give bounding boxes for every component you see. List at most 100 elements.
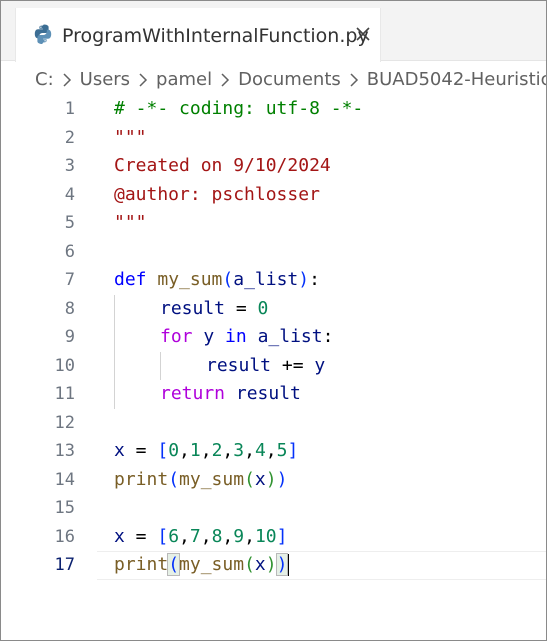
code-text: def my_sum(a_list): (114, 266, 320, 295)
line-number: 10 (54, 355, 75, 376)
code-line: 15 (1, 494, 546, 523)
line-number: 2 (64, 127, 75, 148)
line-number: 15 (54, 498, 75, 518)
line-number: 4 (64, 184, 75, 205)
line-number: 9 (64, 327, 75, 347)
code-line: 9 for y in a_list: (1, 323, 546, 352)
code-line: 16 x = [6,7,8,9,10] (1, 523, 546, 552)
tab-file[interactable]: ProgramWithInternalFunction.py (15, 8, 381, 62)
line-number: 13 (54, 441, 75, 461)
keyword-token: def (114, 269, 147, 290)
bracket-token: ( (168, 468, 180, 490)
bracket-token: [ (157, 525, 169, 547)
python-icon (34, 24, 52, 44)
number-token: 0 (257, 297, 269, 319)
close-icon[interactable] (351, 22, 375, 46)
bracket-token: ) (265, 468, 277, 490)
punct-token: : (322, 326, 334, 347)
bracket-token: ( (244, 554, 255, 575)
code-text: """ (114, 126, 147, 148)
code-text: print(my_sum(x)) (114, 466, 287, 495)
function-token: print (114, 554, 169, 575)
variable-token: a_list (233, 269, 299, 290)
variable-token: x (114, 440, 125, 461)
bracket-token: ) (298, 269, 310, 290)
variable-token: y (203, 326, 215, 347)
number-token: 10 (254, 525, 277, 547)
breadcrumb-item-documents[interactable]: Documents (238, 69, 341, 90)
number-token: 1 (189, 440, 201, 461)
number-token: 5 (276, 440, 288, 461)
line-number: 16 (54, 526, 75, 547)
line-number: 7 (64, 270, 75, 290)
variable-token: a_list (257, 326, 323, 347)
code-line-current[interactable]: 17 print(my_sum(x)) (1, 551, 546, 580)
variable-token: result (160, 297, 226, 319)
chevron-right-icon (130, 69, 156, 90)
line-number: 12 (54, 412, 75, 433)
line-number: 6 (64, 241, 75, 262)
bracket-token: ] (276, 525, 288, 547)
operator-token: = (124, 440, 158, 461)
code-text: for y in a_list: (160, 323, 333, 352)
text-cursor (287, 554, 290, 576)
operator-token: += (271, 354, 315, 376)
bracket-token: ) (275, 553, 289, 576)
variable-token: x (114, 525, 125, 547)
code-text: print(my_sum(x)) (114, 551, 290, 580)
line-number: 14 (54, 469, 75, 490)
code-line: 14 print(my_sum(x)) (1, 466, 546, 495)
bracket-token: ) (265, 554, 277, 575)
code-text: result = 0 (160, 295, 268, 324)
code-text: x = [6,7,8,9,10] (114, 525, 288, 547)
breadcrumb: C: Users pamel Documents BUAD5042-Heuris… (35, 65, 546, 93)
tab-title: ProgramWithInternalFunction.py (62, 25, 369, 47)
bracket-token: [ (157, 440, 169, 461)
punct-token: : (309, 269, 320, 290)
variable-token: y (314, 354, 326, 376)
variable-token: result (206, 354, 272, 376)
code-text: @author: pschlosser (114, 183, 320, 205)
chevron-right-icon (54, 69, 80, 90)
code-text: Created on 9/10/2024 (114, 155, 331, 176)
number-token: 0 (168, 440, 180, 461)
code-line: 6 (1, 238, 546, 267)
number-token: 2 (211, 440, 223, 461)
editor-window: ProgramWithInternalFunction.py C: Users … (0, 0, 547, 641)
bracket-token: ] (287, 440, 299, 461)
bracket-token: ( (244, 468, 255, 490)
line-number: 17 (54, 555, 75, 575)
bracket-token: ) (276, 468, 288, 490)
code-text: # -*- coding: utf-8 -*- (114, 98, 364, 119)
breadcrumb-item-folder[interactable]: BUAD5042-Heuristics (367, 69, 546, 90)
variable-token: result (235, 383, 301, 404)
bracket-token: ( (222, 269, 234, 290)
operator-token: = (124, 525, 158, 547)
line-number: 1 (64, 99, 75, 119)
line-number: 3 (64, 156, 75, 176)
keyword-token: for (160, 326, 193, 347)
keyword-token: return (160, 383, 226, 404)
code-line: 13 x = [0,1,2,3,4,5] (1, 437, 546, 466)
code-line: 12 (1, 409, 546, 438)
function-token: my_sum (179, 468, 245, 490)
code-line: 4 @author: pschlosser (1, 181, 546, 210)
keyword-token: in (225, 326, 247, 347)
code-editor[interactable]: 1 # -*- coding: utf-8 -*- 2 """ 3 Create… (1, 95, 546, 640)
variable-token: x (254, 468, 266, 490)
breadcrumb-item-drive[interactable]: C: (35, 69, 54, 90)
variable-token: x (254, 554, 266, 575)
function-token: my_sum (179, 554, 245, 575)
line-number: 8 (64, 298, 75, 319)
number-token: 9 (233, 525, 245, 547)
chevron-right-icon (212, 69, 238, 90)
breadcrumb-item-user[interactable]: pamel (156, 69, 212, 90)
number-token: 7 (189, 525, 201, 547)
bracket-token: ( (167, 553, 181, 576)
code-line: 11 return result (1, 380, 546, 409)
line-number: 5 (64, 213, 75, 233)
breadcrumb-item-users[interactable]: Users (80, 69, 130, 90)
tab-bar: ProgramWithInternalFunction.py (1, 1, 546, 62)
number-token: 8 (211, 525, 223, 547)
chevron-right-icon (341, 69, 367, 90)
